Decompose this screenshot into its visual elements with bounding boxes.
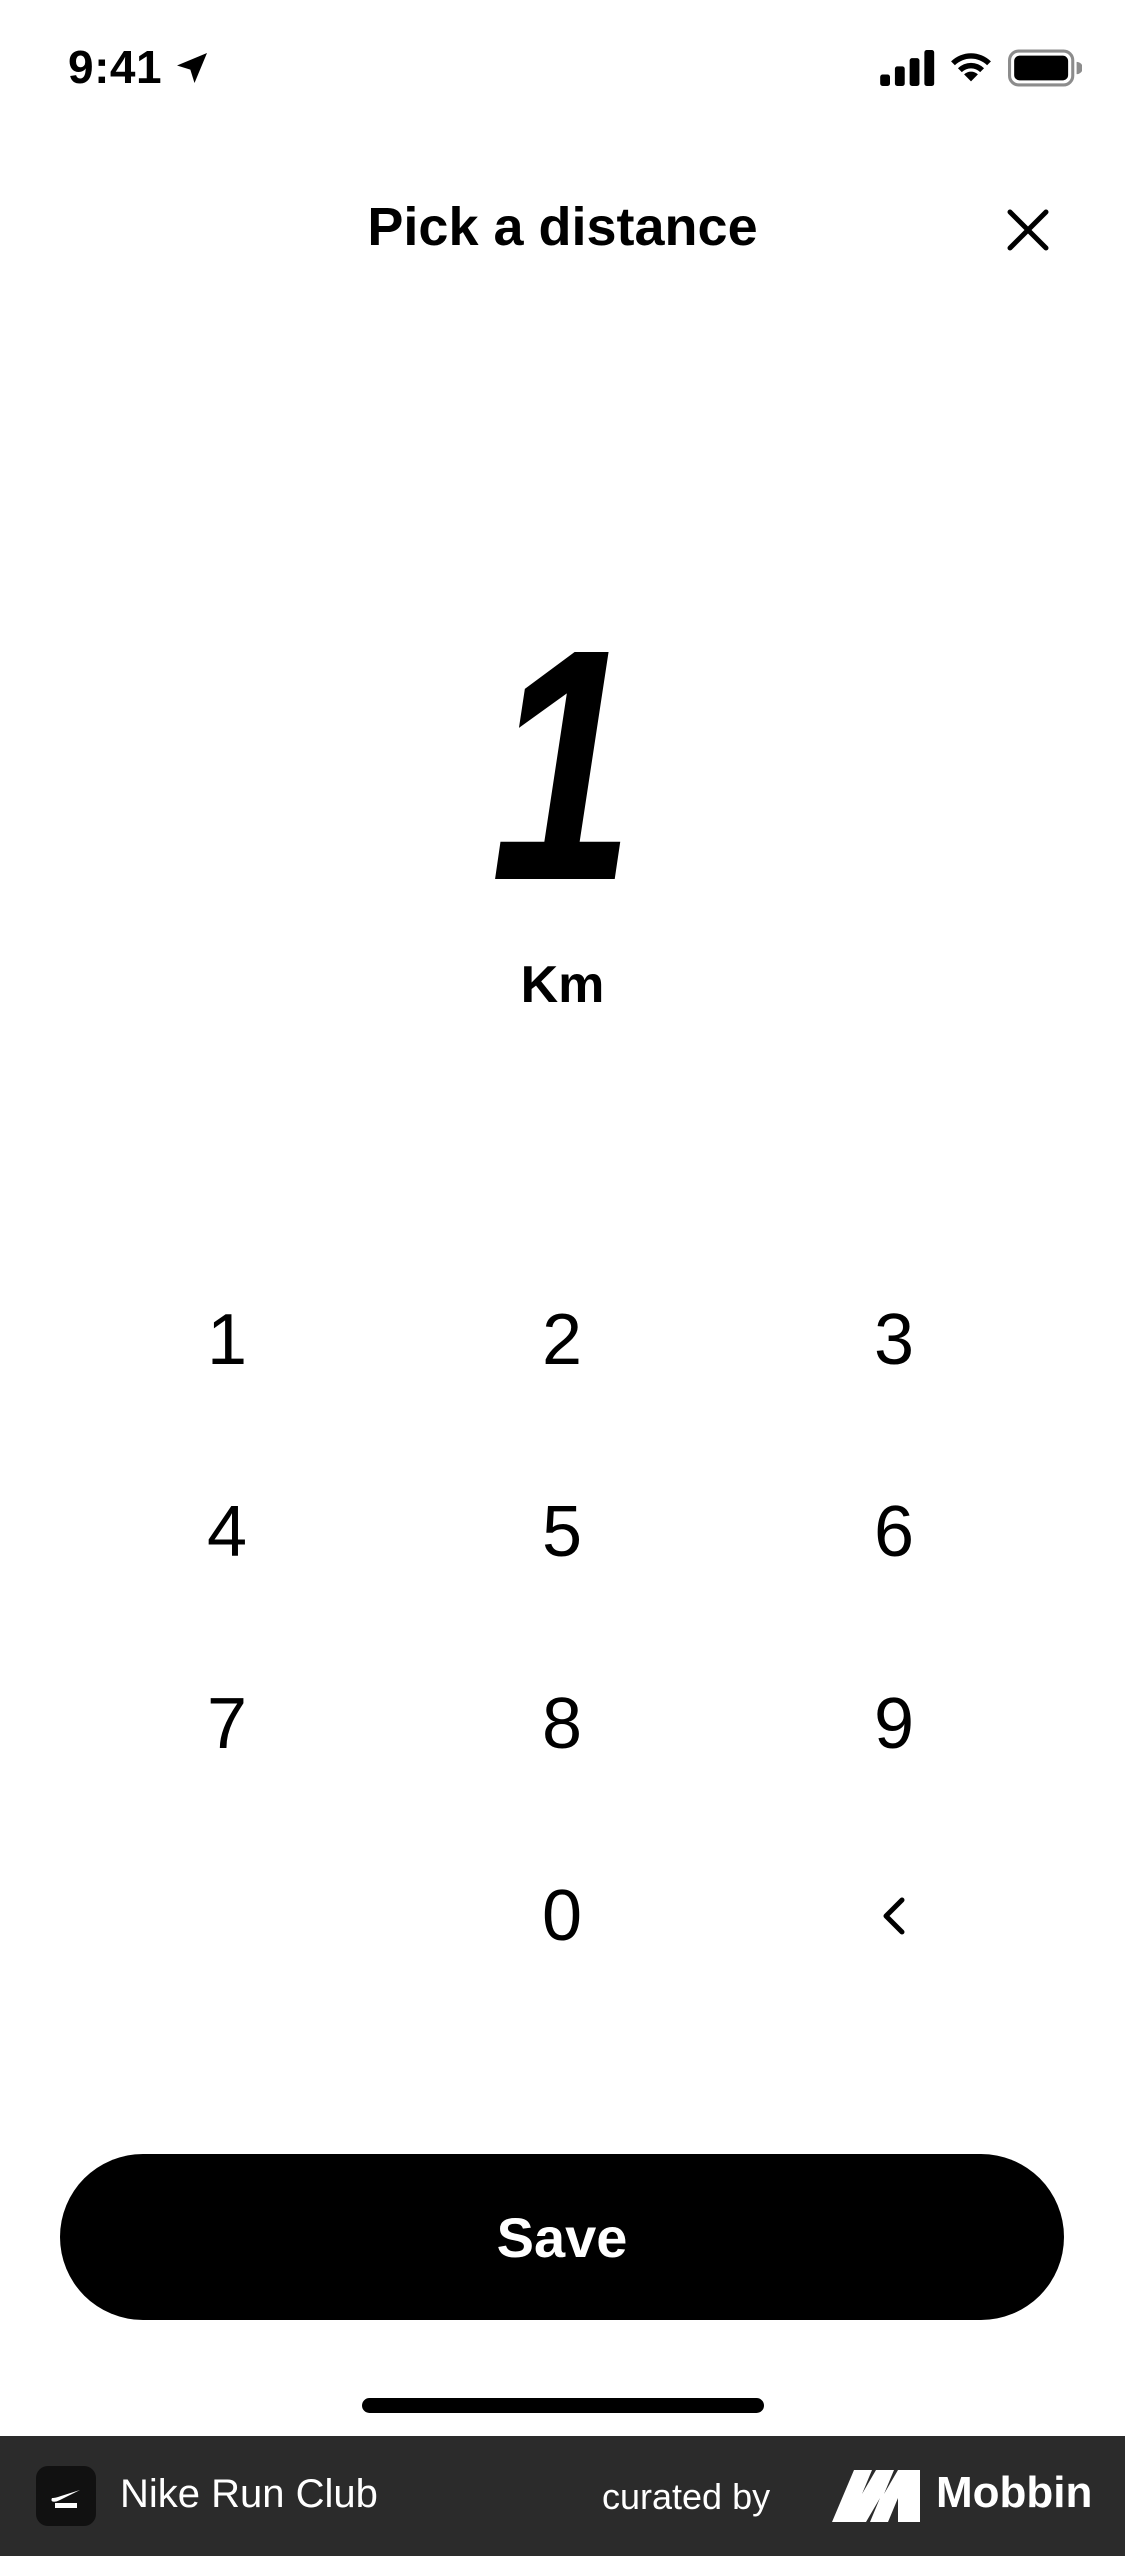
key-5[interactable]: 5 [462,1462,662,1602]
app-logo [36,2466,96,2526]
save-button[interactable]: Save [60,2154,1064,2320]
key-9[interactable]: 9 [794,1654,994,1794]
key-0[interactable]: 0 [462,1846,662,1986]
distance-value: 1 [490,580,635,949]
key-3[interactable]: 3 [794,1270,994,1410]
close-icon[interactable] [1000,202,1056,258]
footer-banner: Nike Run Club curated by Mobbin [0,2436,1125,2556]
key-7[interactable]: 7 [127,1654,327,1794]
home-indicator [362,2398,764,2413]
curated-by-label: curated by [602,2476,771,2517]
status-time: 9:41 [68,41,163,93]
key-8[interactable]: 8 [462,1654,662,1794]
backspace-button[interactable] [794,1846,994,1986]
brand-name: Mobbin [936,2468,1093,2517]
mobbin-logo-icon [832,2470,920,2522]
nike-swoosh-icon [51,2490,80,2508]
cellular-signal-icon [880,50,935,86]
key-4[interactable]: 4 [127,1462,327,1602]
key-2[interactable]: 2 [462,1270,662,1410]
chevron-left-icon [883,1897,905,1935]
battery-icon [1008,49,1082,87]
status-bar: 9:41 [0,0,1125,140]
key-1[interactable]: 1 [127,1270,327,1410]
wifi-icon [951,53,991,82]
app-name: Nike Run Club [120,2472,378,2516]
page-title: Pick a distance [367,197,758,257]
key-6[interactable]: 6 [794,1462,994,1602]
location-arrow-icon [177,53,207,83]
distance-picker-screen: 9:41 Pick a distance 1 Km 1 2 3 4 5 6 7 … [0,0,1125,2556]
distance-unit: Km [520,956,605,1014]
